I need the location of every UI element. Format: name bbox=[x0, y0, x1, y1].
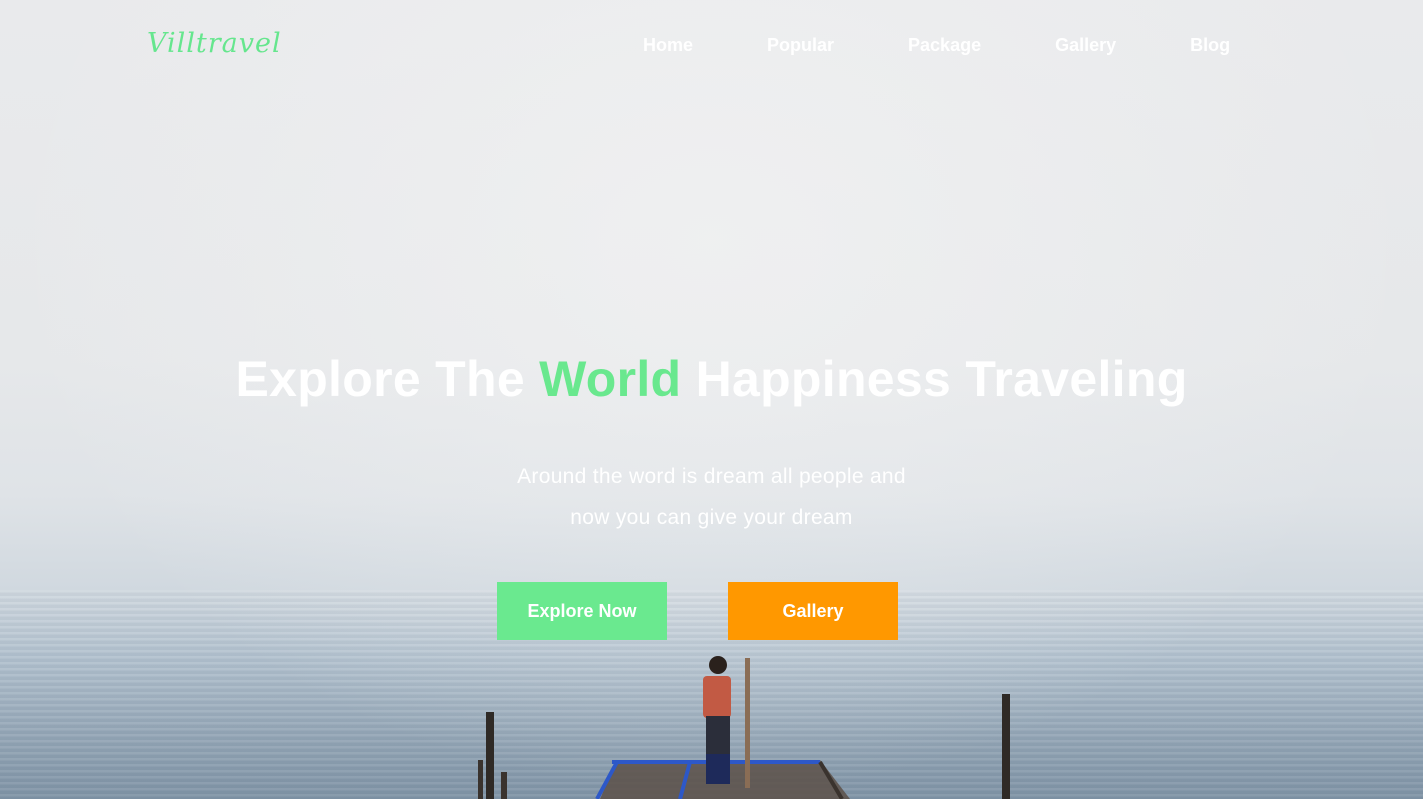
person-shirt bbox=[703, 676, 731, 718]
nav-home-link[interactable]: Home bbox=[643, 35, 693, 56]
subtitle-line-1: Around the word is dream all people and bbox=[517, 465, 906, 488]
person-pants bbox=[706, 716, 730, 756]
headline-suffix: Happiness Traveling bbox=[681, 351, 1188, 407]
hero-headline: Explore The World Happiness Traveling bbox=[0, 350, 1423, 408]
hero-subtitle: Around the word is dream all people and … bbox=[0, 456, 1423, 538]
post-left-small-2 bbox=[501, 772, 507, 799]
hero-section: Villtravel Home Popular Package Gallery … bbox=[0, 0, 1423, 799]
nav-blog-link[interactable]: Blog bbox=[1190, 35, 1230, 56]
subtitle-line-2: now you can give your dream bbox=[570, 506, 853, 529]
main-nav: Home Popular Package Gallery Blog bbox=[643, 35, 1230, 56]
post-left bbox=[486, 712, 494, 799]
paddle bbox=[745, 658, 750, 788]
post-right bbox=[1002, 694, 1010, 799]
nav-package-link[interactable]: Package bbox=[908, 35, 981, 56]
post-left-small bbox=[478, 760, 483, 799]
headline-accent-word: World bbox=[539, 351, 682, 407]
person-legs bbox=[706, 754, 730, 784]
nav-popular-link[interactable]: Popular bbox=[767, 35, 834, 56]
nav-gallery-link[interactable]: Gallery bbox=[1055, 35, 1116, 56]
gallery-button[interactable]: Gallery bbox=[728, 582, 898, 640]
site-logo[interactable]: Villtravel bbox=[147, 28, 282, 59]
headline-prefix: Explore The bbox=[235, 351, 540, 407]
explore-now-button[interactable]: Explore Now bbox=[497, 582, 667, 640]
person-head bbox=[709, 656, 727, 674]
